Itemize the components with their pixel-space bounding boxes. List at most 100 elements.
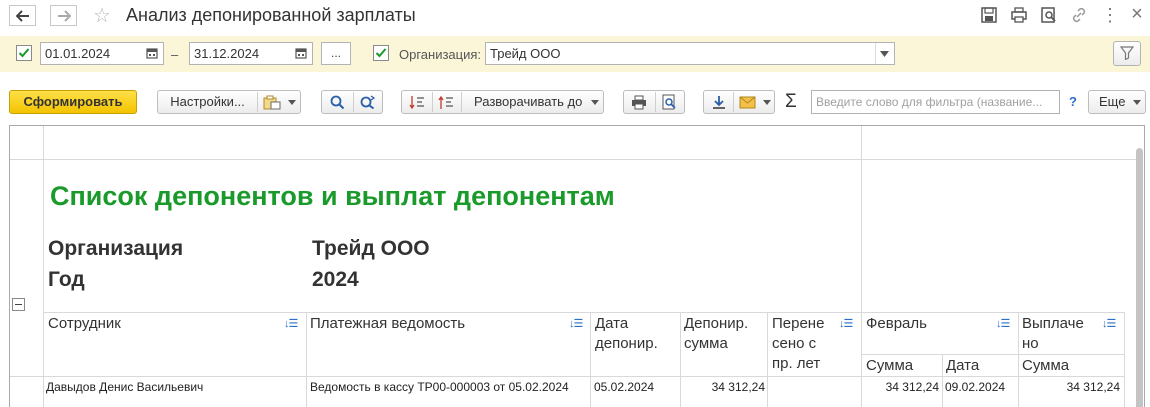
divider [655,92,656,112]
column-header-month-sum[interactable]: Сумма [866,356,913,376]
report-title: Список депонентов и выплат депонентам [50,181,615,211]
help-icon[interactable]: ? [1069,94,1077,109]
gridline [861,126,862,407]
organization-input[interactable]: Трейд ООО [485,42,895,65]
search-input[interactable]: Введите слово для фильтра (название... [811,90,1060,114]
print-icon[interactable] [631,95,647,110]
sort-icon[interactable]: ↓☰ [1102,317,1116,330]
star-icon[interactable]: ☆ [93,3,111,28]
date-to-value: 31.12.2024 [194,46,260,61]
cell-month-date: 09.02.2024 [945,380,1006,394]
report-sheet[interactable]: Список депонентов и выплат депонентам Ор… [9,125,1145,407]
divider [875,43,876,64]
organization-label: Организация: [399,47,482,62]
date-separator: – [171,47,179,62]
gridline [43,126,44,407]
date-from-value: 01.01.2024 [45,46,111,61]
print-button-group [623,90,685,114]
expand-to-button[interactable]: Разворачивать до [474,91,582,113]
calendar-icon[interactable] [295,47,307,59]
cell-employee: Давыдов Денис Васильевич [46,380,204,394]
save-icon[interactable] [980,6,998,24]
gridline [306,312,307,407]
funnel-icon [1119,46,1135,61]
chevron-down-icon[interactable] [288,100,296,105]
filter-settings-button[interactable] [1113,41,1141,66]
more-button[interactable]: Еще [1088,90,1146,114]
arrow-right-icon [57,10,71,22]
cell-dep-sum: 34 312,24 [711,380,765,394]
collapse-all-icon[interactable] [409,95,425,110]
sum-icon[interactable]: Σ [785,91,797,113]
period-checkbox[interactable] [16,45,32,61]
column-header-dep-sum[interactable]: Депонир. сумма [684,314,766,354]
forward-button[interactable] [50,5,77,26]
column-header-employee[interactable]: Сотрудник [48,314,121,334]
chevron-down-icon [1133,100,1141,105]
organization-checkbox[interactable] [373,45,389,61]
print-preview-icon[interactable] [662,94,677,110]
link-icon[interactable] [1070,6,1088,24]
back-button[interactable] [9,5,36,26]
year-label: Год [48,268,85,291]
sort-icon[interactable]: ↓☰ [996,317,1010,330]
divider [257,92,258,112]
report-variant-icon[interactable] [263,95,281,110]
chevron-down-icon[interactable] [880,51,889,57]
column-header-statement[interactable]: Платежная ведомость [310,314,465,334]
sort-icon[interactable]: ↓☰ [839,317,853,330]
chevron-down-icon[interactable] [763,100,771,105]
search-button-group [321,90,383,114]
column-header-paid[interactable]: Выплаче но [1022,314,1098,354]
gridline [942,354,943,407]
vertical-scrollbar[interactable] [1136,148,1143,407]
column-header-carried[interactable]: Перене сено с пр. лет [772,314,838,374]
window-title: Анализ депонированной зарплаты [126,5,416,25]
column-header-month[interactable]: Февраль [866,314,927,334]
gridline [44,312,1124,313]
org-label: Организация [48,237,184,260]
org-value: Трейд ООО [312,237,430,260]
gridline [680,312,681,407]
calendar-icon[interactable] [146,47,158,59]
column-header-dep-date[interactable]: Дата депонир. [595,314,677,354]
period-select-button[interactable]: ... [321,42,351,65]
divider [432,92,433,112]
column-header-paid-sum[interactable]: Сумма [1022,356,1069,376]
gridline [1018,312,1019,407]
checkmark-icon [375,48,387,58]
close-icon[interactable]: × [1128,4,1146,24]
arrow-left-icon [15,10,29,22]
chevron-down-icon[interactable] [591,100,599,105]
gridline [861,354,1124,355]
cell-month-sum: 34 312,24 [885,380,939,394]
divider [461,92,462,112]
generate-button[interactable]: Сформировать [9,90,137,114]
year-value: 2024 [312,268,359,291]
preview-icon[interactable] [1040,6,1058,24]
divider [353,92,354,112]
more-label: Еще [1099,94,1126,109]
gridline [10,376,1124,377]
grouping-button-group: Разворачивать до [401,90,604,114]
window-titlebar: ☆ Анализ депонированной зарплаты ⋮ × [0,0,1150,32]
more-icon[interactable]: ⋮ [1101,6,1119,24]
collapse-group-icon[interactable] [12,298,25,311]
column-header-month-date[interactable]: Дата [946,356,979,376]
cell-dep-date: 05.02.2024 [594,380,655,394]
organization-value: Трейд ООО [490,46,561,61]
email-icon[interactable] [739,96,756,109]
sort-icon[interactable]: ↓☰ [284,317,298,330]
export-button-group [703,90,775,114]
download-icon[interactable] [711,95,727,110]
divider [733,92,734,112]
settings-button[interactable]: Настройки... [158,91,257,113]
expand-all-icon[interactable] [438,95,454,110]
gridline [767,312,768,407]
search-next-icon[interactable] [360,95,376,110]
sort-icon[interactable]: ↓☰ [569,317,583,330]
gridline [1124,312,1125,407]
gridline [590,312,591,407]
print-icon[interactable] [1010,6,1028,24]
search-icon[interactable] [330,95,345,110]
